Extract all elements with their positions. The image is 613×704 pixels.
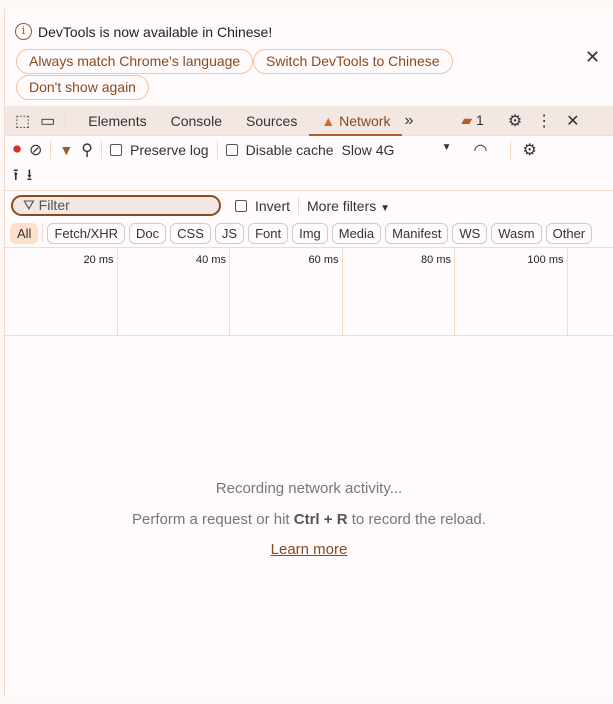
timeline-tick: 20 ms [5, 248, 118, 335]
type-filter-doc[interactable]: Doc [129, 222, 167, 244]
type-filter-js[interactable]: JS [214, 222, 245, 244]
warning-icon: ▲ [321, 112, 336, 129]
import-export-row: ⭱ ⭳ [5, 164, 613, 190]
close-infobar-icon[interactable]: ✕ [585, 47, 600, 68]
tab-elements[interactable]: Elements [76, 106, 158, 136]
learn-more-link[interactable]: Learn more [271, 541, 348, 558]
tab-bar: ⬚ ▭ Elements Console Sources ▲ Network »… [5, 106, 613, 136]
match-language-button[interactable]: Always match Chrome's language [16, 49, 254, 74]
issues-icon[interactable]: ▰ 1 [461, 112, 483, 129]
info-icon: i [15, 23, 32, 40]
type-filter-fetch-xhr[interactable]: Fetch/XHR [47, 222, 126, 244]
preserve-log-checkbox[interactable] [110, 144, 122, 156]
switch-chinese-button[interactable]: Switch DevTools to Chinese [253, 49, 453, 74]
tab-console[interactable]: Console [159, 106, 234, 136]
network-toolbar: ⏺ ⊘ ▼ ⚲ Preserve log Disable cache Slow … [5, 136, 613, 164]
devtools-panel: i DevTools is now available in Chinese! A… [4, 9, 613, 697]
dont-show-button[interactable]: Don't show again [16, 75, 149, 100]
type-filter-img[interactable]: Img [292, 222, 328, 244]
device-toolbar-icon[interactable]: ▭ [40, 111, 55, 131]
type-filter-other[interactable]: Other [545, 222, 593, 244]
more-tabs-icon[interactable]: » [404, 112, 413, 130]
resource-type-filters: All Fetch/XHR Doc CSS JS Font Img Media Manifest… [5, 220, 613, 246]
type-filter-wasm[interactable]: Wasm [491, 222, 542, 244]
invert-label: Invert [255, 197, 291, 214]
tab-network[interactable]: ▲ Network [309, 106, 403, 136]
more-options-icon[interactable]: ⋮ [536, 111, 552, 131]
language-infobar: i DevTools is now available in Chinese! A… [5, 9, 613, 106]
reload-hint: Perform a request or hit Ctrl + R to rec… [132, 511, 486, 528]
invert-checkbox[interactable] [235, 199, 247, 212]
timeline-overview: 20 ms 40 ms 60 ms 80 ms 100 ms [5, 247, 613, 336]
throttle-select[interactable]: Slow 4G ▼ [342, 142, 452, 158]
record-stop-icon[interactable]: ⏺ [13, 141, 21, 159]
type-filter-ws[interactable]: WS [452, 222, 488, 244]
filter-icon[interactable]: ▼ [59, 142, 73, 158]
type-filter-media[interactable]: Media [331, 222, 382, 244]
type-filter-manifest[interactable]: Manifest [385, 222, 449, 244]
timeline-tick: 40 ms [118, 248, 230, 335]
timeline-tick: 60 ms [230, 248, 343, 335]
recording-message: Recording network activity... [215, 480, 403, 497]
infobar-message: DevTools is now available in Chinese! [38, 23, 273, 40]
filter-input[interactable]: ⛛ Filter [11, 195, 221, 216]
close-devtools-icon[interactable]: ✕ [566, 111, 579, 131]
type-filter-all[interactable]: All [10, 222, 39, 244]
type-filter-css[interactable]: CSS [170, 222, 211, 244]
settings-icon[interactable]: ⚙ [508, 111, 522, 131]
export-har-icon[interactable]: ⭳ [27, 164, 33, 191]
disable-cache-checkbox[interactable] [225, 144, 238, 156]
preserve-log-label: Preserve log [130, 142, 209, 158]
network-conditions-icon[interactable]: ◠ [474, 140, 488, 160]
network-settings-icon[interactable]: ⚙ [523, 140, 537, 160]
more-filters-dropdown[interactable]: More filters ▼ [307, 198, 390, 214]
timeline-tick: 100 ms [455, 248, 568, 335]
filter-row: ⛛ Filter Invert More filters ▼ [5, 190, 613, 220]
clear-icon[interactable]: ⊘ [29, 140, 42, 160]
inspect-element-icon[interactable]: ⬚ [15, 111, 30, 131]
search-icon[interactable]: ⚲ [81, 140, 93, 160]
tab-sources[interactable]: Sources [234, 106, 309, 136]
import-har-icon[interactable]: ⭱ [13, 164, 19, 191]
type-filter-font[interactable]: Font [248, 222, 289, 244]
timeline-tick: 80 ms [343, 248, 455, 335]
disable-cache-label: Disable cache [245, 142, 334, 158]
